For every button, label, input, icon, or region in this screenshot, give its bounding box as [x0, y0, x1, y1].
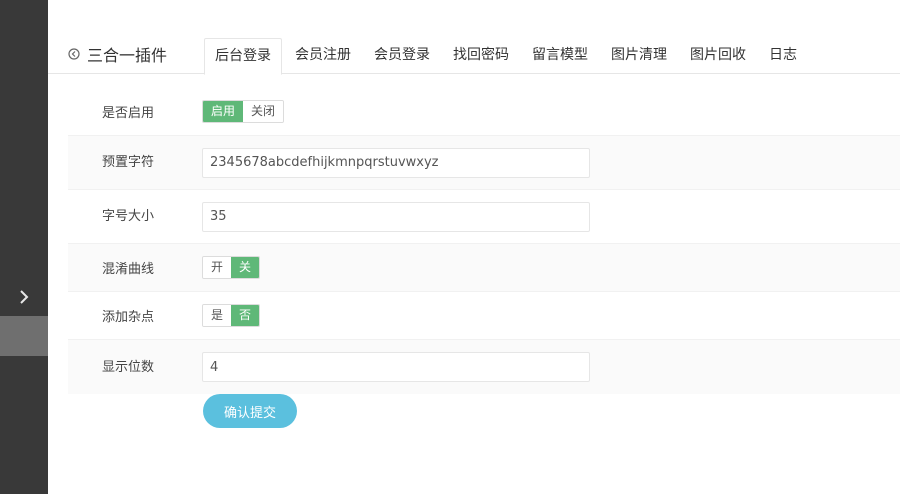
- font-size-input[interactable]: [202, 201, 590, 232]
- back-link[interactable]: 三合一插件: [68, 42, 167, 66]
- submit-button[interactable]: 确认提交: [203, 394, 297, 428]
- tab-image-recycle[interactable]: 图片回收: [680, 38, 756, 74]
- main-panel: 三合一插件 后台登录 会员注册 会员登录 找回密码 留言模型 图片清理 图片回收…: [48, 0, 900, 494]
- tab-bar: 后台登录 会员注册 会员登录 找回密码 留言模型 图片清理 图片回收 日志: [204, 38, 810, 75]
- row-preset-chars: 预置字符: [68, 136, 900, 190]
- curve-on-option[interactable]: 开: [203, 257, 232, 278]
- tab-message-model[interactable]: 留言模型: [522, 38, 598, 74]
- noise-off-option[interactable]: 否: [231, 305, 260, 326]
- tab-admin-login[interactable]: 后台登录: [204, 38, 282, 75]
- back-circle-icon: [68, 48, 80, 60]
- enable-toggle: 启用 关闭: [202, 100, 285, 123]
- tab-recover-password[interactable]: 找回密码: [443, 38, 519, 74]
- sidebar-active-item[interactable]: [0, 316, 48, 356]
- preset-chars-input[interactable]: [202, 147, 590, 178]
- noise-toggle: 是 否: [202, 304, 261, 327]
- tab-member-register[interactable]: 会员注册: [285, 38, 361, 74]
- enable-on-option[interactable]: 启用: [203, 101, 244, 122]
- font-size-label: 字号大小: [102, 209, 155, 224]
- sidebar-expand-button[interactable]: [0, 282, 48, 312]
- row-font-size: 字号大小: [68, 190, 900, 244]
- tab-member-login[interactable]: 会员登录: [364, 38, 440, 74]
- row-curve: 混淆曲线 开 关: [68, 244, 900, 292]
- noise-on-option[interactable]: 是: [203, 305, 232, 326]
- sidebar: [0, 0, 48, 494]
- curve-off-option[interactable]: 关: [231, 257, 260, 278]
- curve-label: 混淆曲线: [102, 262, 155, 277]
- tab-log[interactable]: 日志: [759, 38, 807, 74]
- row-enable: 是否启用 启用 关闭: [68, 88, 900, 136]
- digits-label: 显示位数: [102, 359, 155, 375]
- row-digits: 显示位数: [68, 340, 900, 394]
- settings-form: 是否启用 启用 关闭 预置字符 字号大小 混淆曲线 开 关 添加杂点 是 否: [68, 88, 900, 394]
- chevron-right-icon: [20, 290, 29, 304]
- row-noise: 添加杂点 是 否: [68, 292, 900, 340]
- tab-image-cleanup[interactable]: 图片清理: [601, 38, 677, 74]
- preset-chars-label: 预置字符: [102, 155, 155, 170]
- enable-off-option[interactable]: 关闭: [243, 101, 284, 122]
- enable-label: 是否启用: [102, 106, 155, 121]
- page-header: 三合一插件 后台登录 会员注册 会员登录 找回密码 留言模型 图片清理 图片回收…: [48, 38, 900, 75]
- curve-toggle: 开 关: [202, 256, 261, 279]
- page-title: 三合一插件: [87, 46, 168, 65]
- digits-input[interactable]: [202, 352, 590, 382]
- noise-label: 添加杂点: [102, 310, 155, 325]
